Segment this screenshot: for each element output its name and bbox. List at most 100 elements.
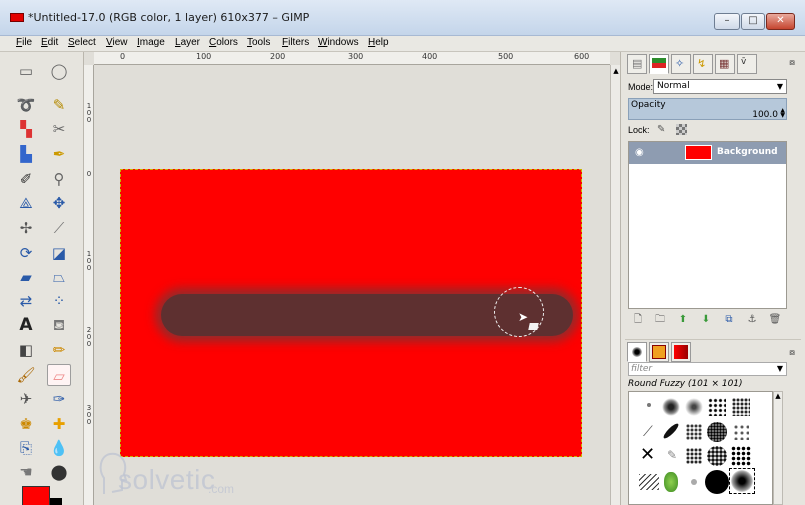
tab-tool-options[interactable]: ▤ [627,54,647,74]
lower-layer-icon[interactable]: ⬇ [699,313,713,327]
tab-layers[interactable] [649,54,669,74]
brush-cell[interactable]: ⟋ [637,420,661,444]
text-icon[interactable]: A [14,314,38,336]
eye-icon[interactable]: ◉ [635,147,644,158]
brush-cell[interactable] [637,470,661,494]
clone-icon[interactable]: ♚ [14,413,38,435]
brush-filter-input[interactable]: filter ▼ [628,362,787,376]
menu-file[interactable]: File [16,37,32,48]
eraser-icon[interactable]: ▱ [47,364,71,386]
vertical-scrollbar[interactable]: ▲ [610,65,620,505]
free-select-icon[interactable]: ➰ [14,94,38,116]
brush-cell[interactable] [682,470,706,494]
layer-name[interactable]: Background [717,147,778,157]
align-icon[interactable]: ✢ [14,217,38,239]
brush-cell[interactable] [682,444,706,468]
maximize-button[interactable]: □ [741,13,765,30]
tab-channels[interactable]: ↯ [693,54,713,74]
minimize-button[interactable]: – [714,13,740,30]
brush-cell[interactable] [705,470,729,494]
menu-layer[interactable]: Layer [175,37,200,48]
rect-select-icon[interactable]: ▭ [14,60,38,82]
smudge-icon[interactable]: ☚ [14,461,38,483]
menu-colors[interactable]: Colors [209,37,238,48]
brush-dock-menu-icon[interactable]: ⧇ [789,348,795,358]
brush-cell[interactable] [729,444,753,468]
delete-layer-icon[interactable]: 🗑 [768,313,782,327]
blend-icon[interactable]: ◧ [14,339,38,361]
blur-icon[interactable]: 💧 [47,437,71,459]
bucket-fill-icon[interactable]: ⛾ [47,314,71,336]
anchor-layer-icon[interactable]: ⚓ [745,313,759,327]
menu-tools[interactable]: Tools [247,37,270,48]
paintbrush-icon[interactable]: 🖌 [14,364,38,386]
brush-cell[interactable]: ✕ [637,444,661,468]
lock-pixels-icon[interactable]: ✎ [657,124,665,135]
raise-layer-icon[interactable]: ⬆ [676,313,690,327]
menu-help[interactable]: Help [368,37,389,48]
cage-transform-icon[interactable]: ⁘ [47,290,71,312]
move-icon[interactable]: ✥ [47,192,71,214]
opacity-slider[interactable]: Opacity 100.0 ▲ ▼ [628,98,787,120]
menu-filters[interactable]: Filters [282,37,309,48]
spin-arrows-icon[interactable]: ▲ ▼ [780,108,785,119]
red-image-layer[interactable]: ➤ [120,169,582,457]
crop-icon[interactable]: ⟋ [47,217,71,239]
rotate-icon[interactable]: ⟳ [14,242,38,264]
color-select-icon[interactable]: ▚ [14,118,38,140]
brush-cell[interactable] [659,420,683,444]
brush-cell[interactable] [705,395,729,419]
brush-cell[interactable] [659,395,683,419]
dock-menu-icon[interactable]: ⧇ [789,58,795,68]
brush-cell[interactable] [682,395,706,419]
flip-icon[interactable]: ⇄ [14,290,38,312]
duplicate-layer-icon[interactable]: ⧉ [722,313,736,327]
color-picker-icon[interactable]: ✐ [14,168,38,190]
brush-cell-selected[interactable] [729,468,755,494]
brush-cell[interactable] [659,470,683,494]
layer-row-background[interactable]: ◉ Background [629,142,786,164]
brush-cell[interactable] [729,395,753,419]
horizontal-ruler[interactable]: 0 100 200 300 400 500 600 [94,52,610,65]
new-layer-group-icon[interactable]: 🗀 [653,313,667,327]
brush-cell[interactable] [729,420,753,444]
ink-icon[interactable]: ✑ [47,388,71,410]
menu-select[interactable]: Select [68,37,96,48]
brush-cell[interactable] [637,395,661,419]
measure-icon[interactable]: ⟁ [14,192,38,214]
paths-icon[interactable]: ✒ [47,143,71,165]
tab-undo[interactable]: v̄ [737,54,757,74]
ellipse-select-icon[interactable]: ◯ [47,60,71,82]
tab-brushes[interactable] [627,342,647,362]
menu-view[interactable]: View [106,37,128,48]
perspective-clone-icon[interactable]: ⎘ [14,437,38,459]
scale-icon[interactable]: ◪ [47,242,71,264]
foreground-color-swatch[interactable] [22,486,50,505]
fuzzy-select-icon[interactable]: ✎ [47,94,71,116]
vertical-ruler[interactable]: 1 0 0 0 1 0 0 2 0 0 3 0 0 [84,65,94,505]
airbrush-icon[interactable]: ✈ [14,388,38,410]
tab-gradients[interactable] [671,342,691,362]
tab-patterns[interactable] [649,342,669,362]
heal-icon[interactable]: ✚ [47,413,71,435]
brush-cell[interactable]: ✎ [659,444,683,468]
shear-icon[interactable]: ▰ [14,266,38,288]
tab-history[interactable]: ▦ [715,54,735,74]
mode-select[interactable]: Normal ▼ [653,79,787,94]
menu-image[interactable]: Image [137,37,165,48]
lock-alpha-icon[interactable] [676,124,687,135]
brush-cell[interactable] [705,444,729,468]
pencil-icon[interactable]: ✏ [47,339,71,361]
tab-paths[interactable]: ✧ [671,54,691,74]
perspective-icon[interactable]: ⏢ [47,266,71,288]
scissors-select-icon[interactable]: ✂ [47,118,71,140]
new-layer-icon[interactable]: 🗋 [631,313,645,327]
brush-cell[interactable] [682,420,706,444]
menu-edit[interactable]: Edit [41,37,58,48]
scroll-up-icon[interactable]: ▲ [612,67,620,75]
brush-cell[interactable] [705,420,729,444]
dodge-burn-icon[interactable]: ⬤ [47,461,71,483]
brush-scrollbar[interactable]: ▲ [773,391,783,505]
foreground-select-icon[interactable]: ▙ [14,143,38,165]
zoom-icon[interactable]: ⚲ [47,168,71,190]
